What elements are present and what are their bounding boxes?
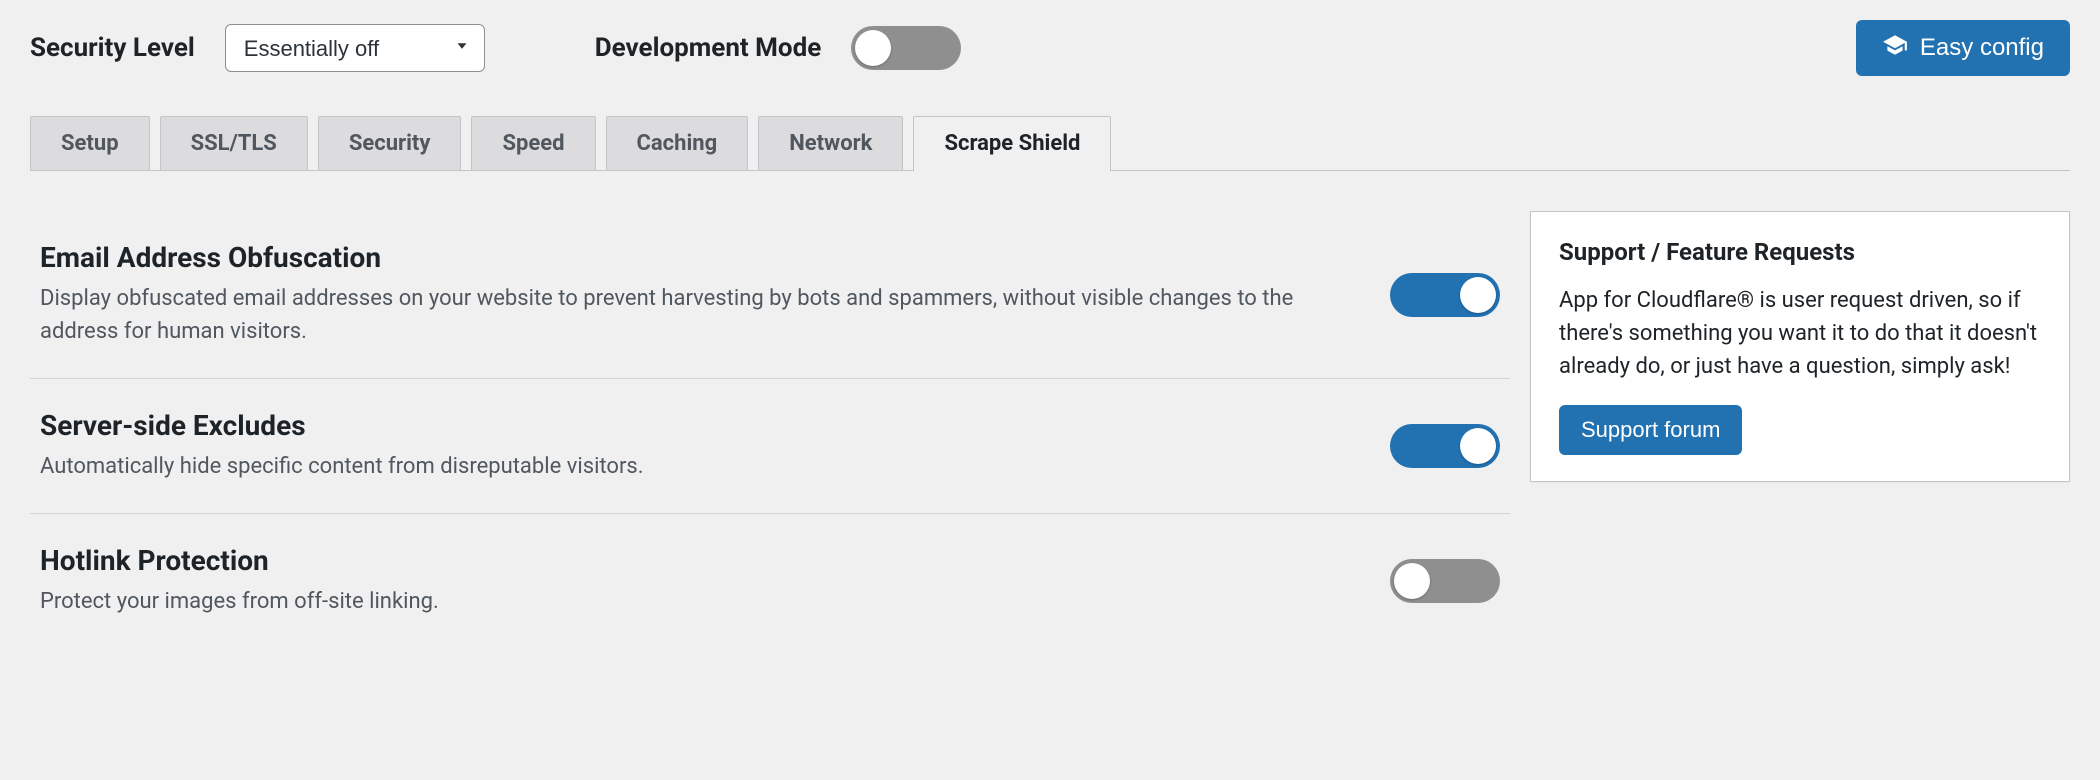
content: Email Address Obfuscation Display obfusc… (30, 211, 2070, 648)
hotlink-protection-toggle[interactable] (1390, 559, 1500, 603)
support-box: Support / Feature Requests App for Cloud… (1530, 211, 2070, 482)
support-box-text: App for Cloudflare® is user request driv… (1559, 284, 2041, 383)
setting-hotlink-protection: Hotlink Protection Protect your images f… (30, 514, 1510, 648)
security-level-select-wrap: Essentially off (225, 24, 485, 72)
support-box-title: Support / Feature Requests (1559, 238, 2041, 266)
setting-description: Automatically hide specific content from… (40, 450, 1320, 483)
setting-description: Protect your images from off-site linkin… (40, 585, 1320, 618)
easy-config-label: Easy config (1920, 34, 2044, 62)
tab-speed[interactable]: Speed (471, 116, 595, 170)
security-level-label: Security Level (30, 33, 195, 63)
setting-description: Display obfuscated email addresses on yo… (40, 282, 1320, 348)
tab-network[interactable]: Network (758, 116, 903, 170)
tabs: Setup SSL/TLS Security Speed Caching Net… (30, 116, 2070, 171)
tab-ssl-tls[interactable]: SSL/TLS (160, 116, 308, 170)
header-row: Security Level Essentially off Developme… (30, 20, 2070, 76)
tab-caching[interactable]: Caching (606, 116, 749, 170)
support-forum-button[interactable]: Support forum (1559, 405, 1742, 455)
setting-email-obfuscation: Email Address Obfuscation Display obfusc… (30, 211, 1510, 379)
setting-title: Hotlink Protection (40, 544, 1350, 577)
graduation-cap-icon (1882, 32, 1908, 65)
development-mode-label: Development Mode (595, 33, 822, 63)
setting-title: Server-side Excludes (40, 409, 1350, 442)
tab-scrape-shield[interactable]: Scrape Shield (913, 116, 1111, 170)
setting-title: Email Address Obfuscation (40, 241, 1350, 274)
setting-server-side-excludes: Server-side Excludes Automatically hide … (30, 379, 1510, 514)
tab-setup[interactable]: Setup (30, 116, 150, 170)
development-mode-toggle[interactable] (851, 26, 961, 70)
email-obfuscation-toggle[interactable] (1390, 273, 1500, 317)
server-side-excludes-toggle[interactable] (1390, 424, 1500, 468)
tab-security[interactable]: Security (318, 116, 462, 170)
settings-list: Email Address Obfuscation Display obfusc… (30, 211, 1510, 648)
security-level-select[interactable]: Essentially off (225, 24, 485, 72)
easy-config-button[interactable]: Easy config (1856, 20, 2070, 76)
